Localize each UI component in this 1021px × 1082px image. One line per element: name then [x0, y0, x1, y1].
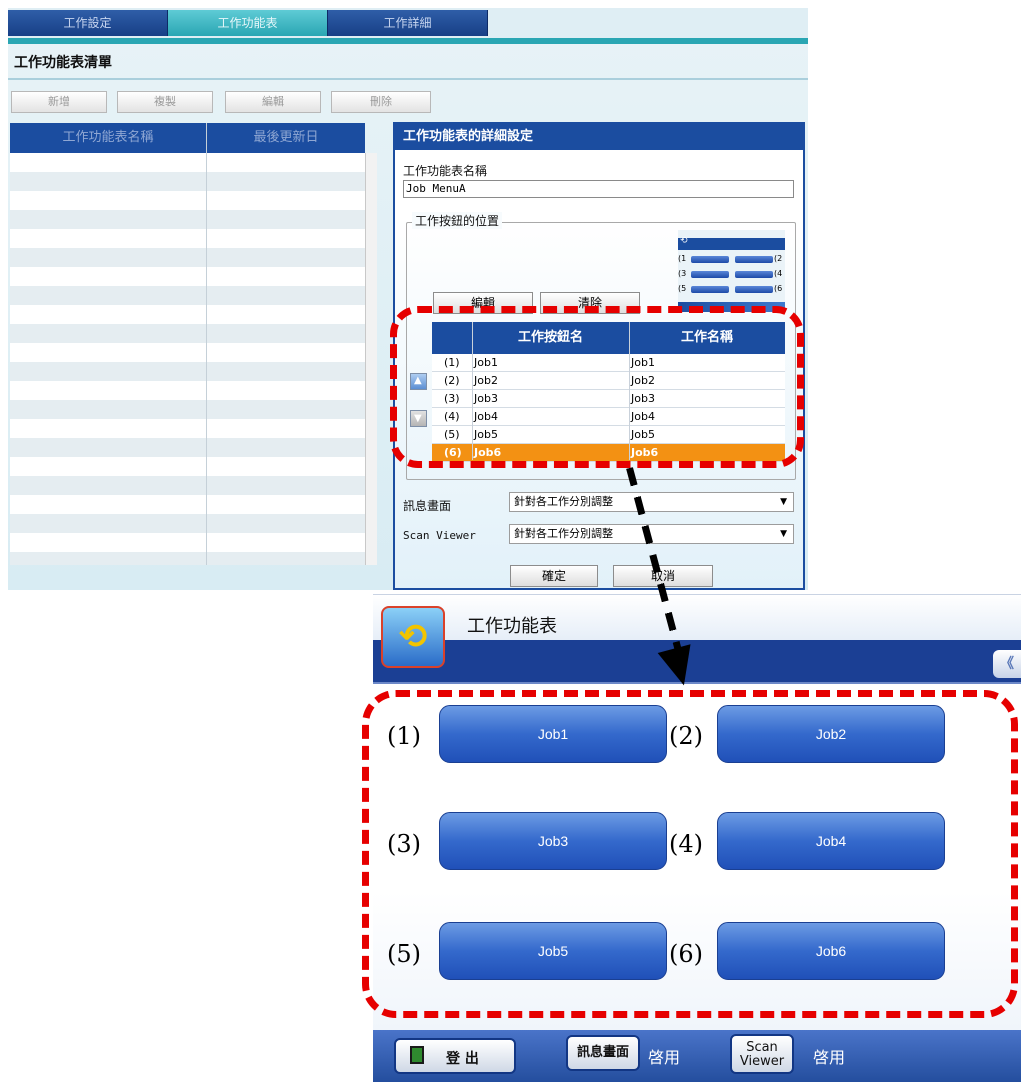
scan-viewer-label: Scan Viewer [403, 529, 476, 542]
logout-label: 登 出 [446, 1051, 479, 1067]
preview-button-6 [735, 286, 773, 293]
preview-logo-icon: ⟲ [680, 236, 688, 246]
chevron-down-icon: ▼ [780, 497, 787, 507]
preview-button-3 [691, 271, 729, 278]
scan-viewer-value: 針對各工作分別調整 [514, 527, 613, 540]
message-screen-value: 針對各工作分別調整 [514, 495, 613, 508]
screen-footer: 登 出 訊息畫面 啓用 Scan Viewer 啓用 [373, 1030, 1021, 1082]
detail-panel-title: 工作功能表的詳細設定 [395, 124, 803, 150]
preview-label-4: (4 [774, 269, 783, 278]
door-icon [410, 1046, 424, 1064]
message-screen-button[interactable]: 訊息畫面 [566, 1035, 640, 1071]
scan-viewer-status: 啓用 [813, 1048, 846, 1067]
copy-button[interactable]: 複製 [117, 91, 213, 113]
preview-button-5 [691, 286, 729, 293]
page-title: 工作功能表清單 [14, 55, 112, 71]
tab-job-details[interactable]: 工作詳細 [328, 10, 488, 36]
preview-label-6: (6 [774, 284, 783, 293]
column-divider [206, 123, 207, 565]
column-last-updated[interactable]: 最後更新日 [207, 123, 365, 153]
preview-button-4 [735, 271, 773, 278]
message-screen-select[interactable]: 針對各工作分別調整 ▼ [509, 492, 794, 512]
tab-job-menu[interactable]: 工作功能表 [168, 10, 328, 36]
preview-button-1 [691, 256, 729, 263]
tab-bar: 工作設定 工作功能表 工作詳細 [8, 8, 808, 38]
screen-title: 工作功能表 [467, 616, 557, 637]
menu-list-scrollbar[interactable] [365, 153, 377, 565]
logout-button[interactable]: 登 出 [394, 1038, 516, 1074]
message-screen-label: 訊息畫面 [403, 499, 452, 513]
preview-button-2 [735, 256, 773, 263]
column-menu-name[interactable]: 工作功能表名稱 [10, 123, 206, 153]
preview-header-bar: ⟲ [678, 236, 785, 250]
tab-job-settings[interactable]: 工作設定 [8, 10, 168, 36]
delete-button[interactable]: 刪除 [331, 91, 431, 113]
message-screen-status: 啓用 [648, 1048, 681, 1067]
preview-label-2: (2 [774, 254, 783, 263]
menu-name-label: 工作功能表名稱 [403, 164, 488, 178]
admin-window: 工作設定 工作功能表 工作詳細 工作功能表清單 新增 複製 編輯 刪除 工作功能… [8, 8, 808, 590]
button-position-legend: 工作按鈕的位置 [412, 212, 503, 229]
scan-viewer-line2: Viewer [739, 1054, 785, 1069]
refresh-icon[interactable]: ⟲ [381, 606, 445, 668]
chevron-down-icon: ▼ [780, 529, 787, 539]
ok-button[interactable]: 確定 [510, 565, 598, 587]
edit-menu-button[interactable]: 編輯 [225, 91, 321, 113]
preview-label-5: (5 [678, 284, 687, 293]
scan-viewer-button[interactable]: Scan Viewer [730, 1034, 794, 1074]
highlight-table-outline [390, 306, 804, 468]
preview-label-3: (3 [678, 269, 687, 278]
menu-list-header: 工作功能表名稱 最後更新日 [10, 123, 365, 153]
title-divider [8, 78, 808, 80]
layout-preview: ⟲ (1 (2 (3 (4 (5 (6 [678, 230, 785, 312]
menu-name-input[interactable]: Job MenuA [403, 180, 794, 198]
highlight-buttons-outline [362, 690, 1018, 1018]
tab-underline [8, 38, 808, 44]
add-button[interactable]: 新增 [11, 91, 107, 113]
collapse-toggle[interactable]: 《 [993, 650, 1021, 678]
scan-viewer-line1: Scan [746, 1040, 778, 1055]
preview-label-1: (1 [678, 254, 687, 263]
menu-list[interactable] [10, 153, 365, 565]
